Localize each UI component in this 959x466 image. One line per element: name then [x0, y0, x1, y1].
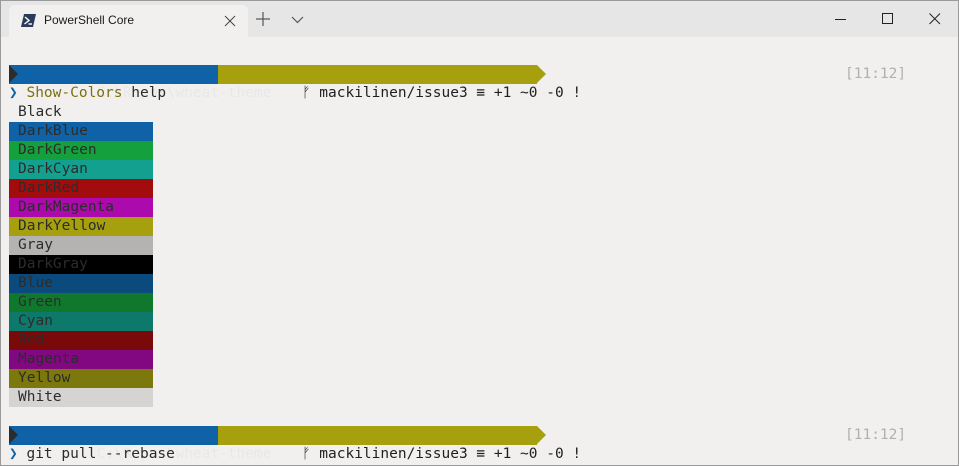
color-name: DarkYellow	[18, 218, 106, 234]
command-name: git	[26, 446, 53, 462]
color-name: Gray	[18, 237, 53, 253]
powerline-arrow-icon	[9, 426, 18, 444]
command-line: ❯ Show-Colors help	[9, 84, 166, 103]
plus-icon[interactable]	[256, 12, 270, 26]
tab-title: PowerShell Core	[44, 13, 135, 27]
color-swatch-white: White	[9, 388, 153, 407]
color-name: Magenta	[18, 351, 80, 367]
command-args: help	[122, 85, 167, 101]
prompt-path-segment: C:\Repos\wheat-theme	[9, 65, 271, 101]
color-name: Blue	[18, 275, 53, 291]
prompt-git-segment: ᚠ mackilinen/issue3 ≡ +1 ~0 -0 !	[218, 65, 581, 101]
prompt-chevron-icon: ❯	[9, 446, 18, 462]
tab-powershell-core[interactable]: PowerShell Core	[9, 5, 248, 37]
command-args: pull --rebase	[52, 446, 175, 462]
color-swatch-blue: Blue	[9, 274, 153, 293]
minimize-icon	[835, 19, 846, 20]
maximize-icon	[882, 13, 893, 24]
prompt-git-segment: ᚠ mackilinen/issue3 ≡ +1 ~0 -0 !	[218, 426, 581, 462]
prompt-line: C:\Repos\wheat-theme ᚠ mackilinen/issue3…	[9, 65, 949, 101]
prompt-chevron-icon: ❯	[9, 85, 18, 101]
terminal-output[interactable]: C:\Repos\wheat-theme ᚠ mackilinen/issue3…	[9, 37, 951, 465]
color-swatch-darkgray: DarkGray	[9, 255, 153, 274]
color-name: Cyan	[18, 313, 53, 329]
color-swatch-darkyellow: DarkYellow	[9, 217, 153, 236]
powerline-arrow-icon	[9, 65, 18, 83]
color-swatch-red: Red	[9, 331, 153, 350]
prompt-time: [11:12]	[845, 66, 907, 82]
chevron-down-icon[interactable]	[291, 16, 304, 24]
prompt-time: [11:12]	[845, 427, 907, 443]
color-swatch-black: Black	[9, 103, 153, 122]
title-bar[interactable]: PowerShell Core	[1, 1, 958, 37]
color-name: Yellow	[18, 370, 71, 386]
color-swatch-green: Green	[9, 293, 153, 312]
close-button[interactable]	[912, 1, 958, 37]
color-name: DarkCyan	[18, 161, 88, 177]
minimize-button[interactable]	[818, 1, 864, 37]
color-name: DarkRed	[18, 180, 80, 196]
color-name: DarkBlue	[18, 123, 88, 139]
color-swatch-darkcyan: DarkCyan	[9, 160, 153, 179]
color-name: White	[18, 389, 62, 405]
powershell-icon	[21, 14, 36, 27]
prompt-line: C:\Repos\wheat-theme ᚠ mackilinen/issue3…	[9, 426, 949, 462]
color-name: DarkGray	[18, 256, 88, 272]
color-swatch-yellow: Yellow	[9, 369, 153, 388]
command-name: Show-Colors	[26, 85, 123, 101]
color-swatch-cyan: Cyan	[9, 312, 153, 331]
color-swatch-darkgreen: DarkGreen	[9, 141, 153, 160]
color-swatch-gray: Gray	[9, 236, 153, 255]
color-swatch-darkred: DarkRed	[9, 179, 153, 198]
close-tab-icon[interactable]	[224, 15, 236, 27]
command-line[interactable]: ❯ git pull --rebase	[9, 445, 175, 464]
prompt-git-status: ᚠ mackilinen/issue3 ≡ +1 ~0 -0 !	[301, 446, 582, 462]
color-name: DarkGreen	[18, 142, 97, 158]
color-name: Black	[18, 104, 62, 120]
prompt-git-status: ᚠ mackilinen/issue3 ≡ +1 ~0 -0 !	[301, 85, 582, 101]
maximize-button[interactable]	[865, 1, 911, 37]
close-icon	[929, 13, 941, 25]
color-name: DarkMagenta	[18, 199, 115, 215]
powerline-separator-icon	[537, 426, 546, 444]
terminal-window: PowerShell Core C:\Repos\wheat-theme ᚠ m…	[0, 0, 959, 466]
color-name: Red	[18, 332, 45, 348]
powerline-separator-icon	[537, 65, 546, 83]
color-name: Green	[18, 294, 62, 310]
color-swatch-darkmagenta: DarkMagenta	[9, 198, 153, 217]
color-swatch-magenta: Magenta	[9, 350, 153, 369]
prompt-path-segment: C:\Repos\wheat-theme	[9, 426, 271, 462]
color-swatch-darkblue: DarkBlue	[9, 122, 153, 141]
